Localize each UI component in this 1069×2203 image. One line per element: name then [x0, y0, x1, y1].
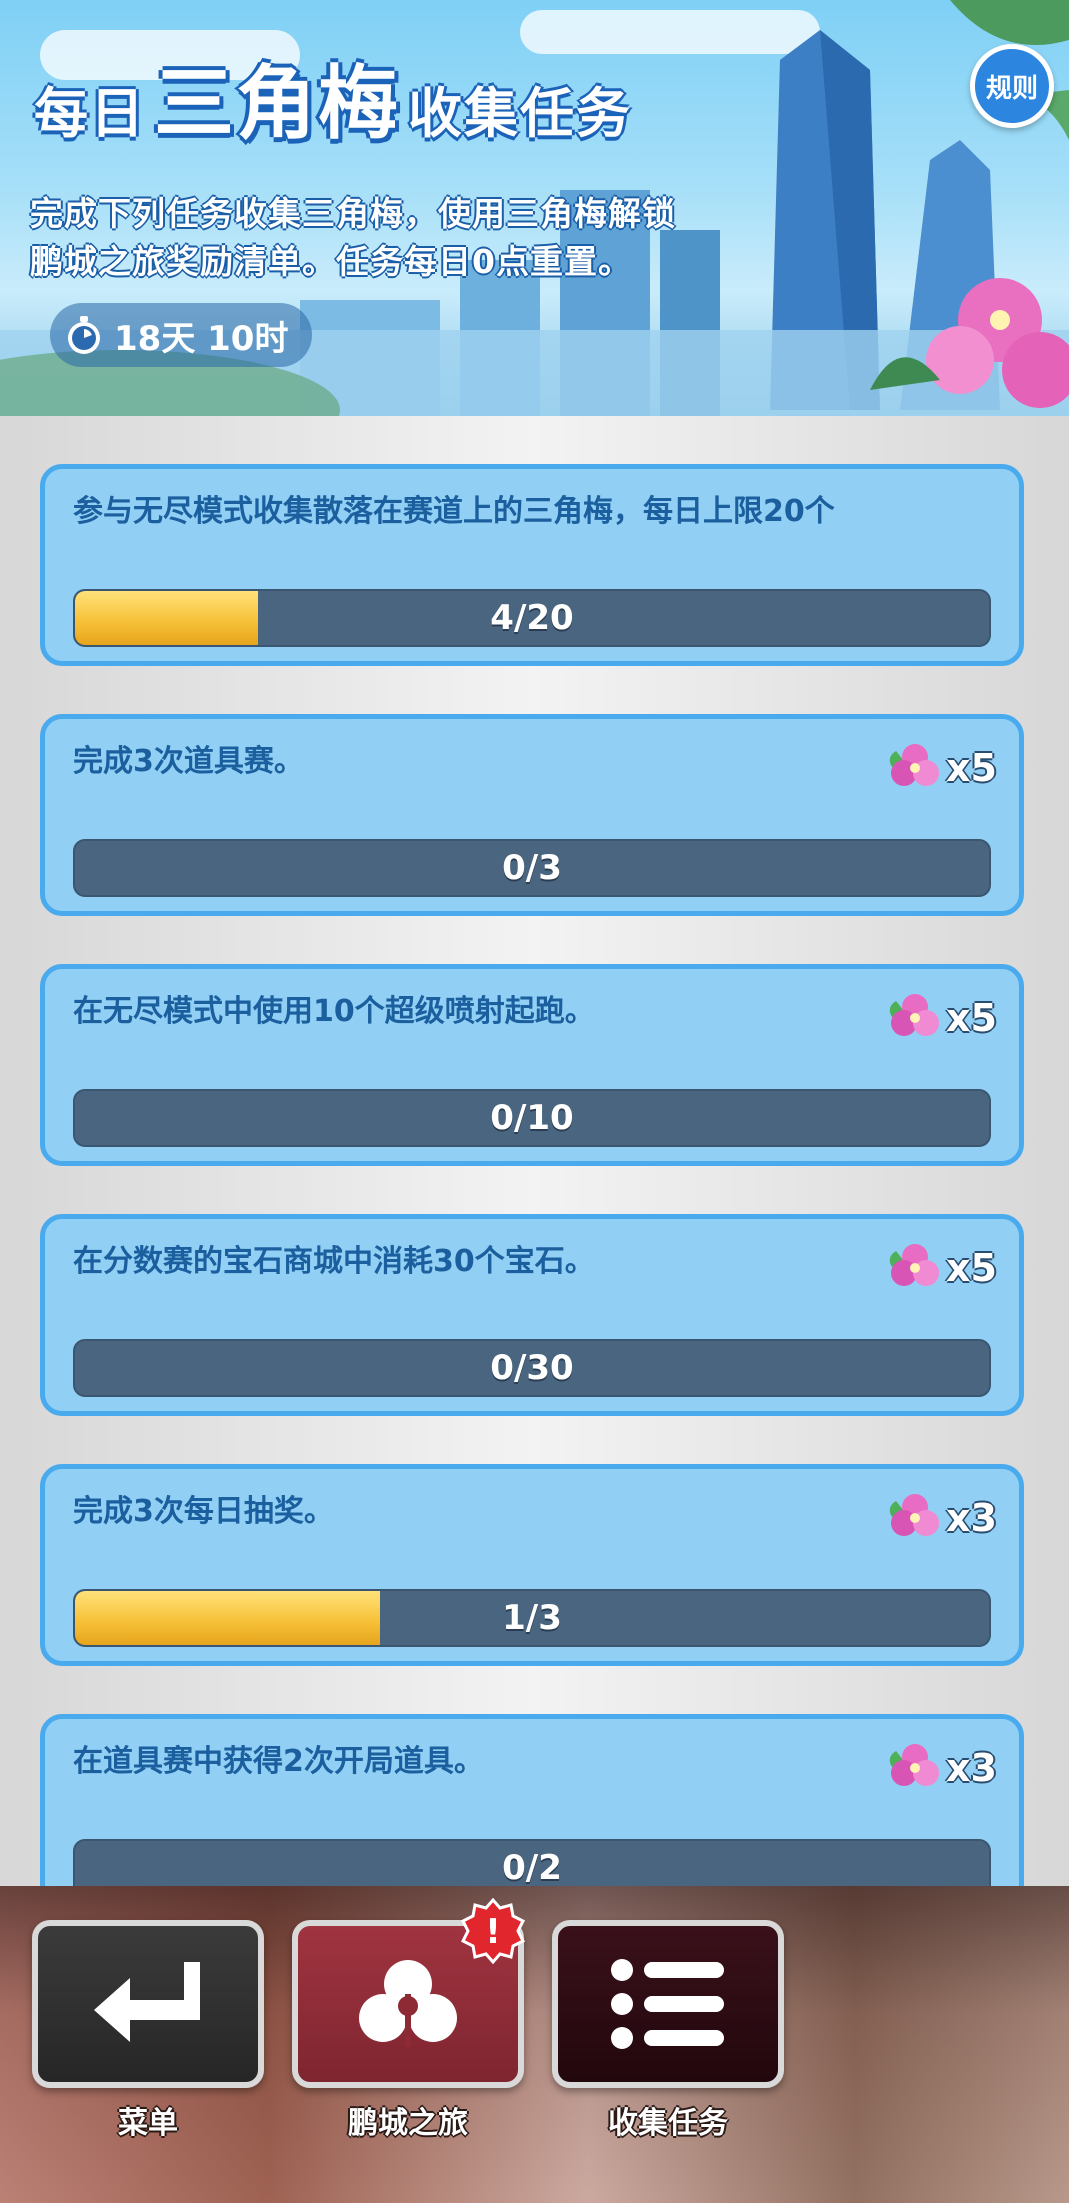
reward-count: x5 — [946, 1246, 997, 1290]
progress-text: 0/2 — [502, 1848, 562, 1886]
title-highlight: 三角梅 — [154, 57, 400, 150]
task-card-2: 完成3次道具赛。 x5 0/3 — [40, 714, 1024, 916]
alert-text: ! — [485, 1912, 501, 1952]
task-progress-bar: 0/30 — [73, 1339, 991, 1397]
tasks-button[interactable] — [552, 1920, 784, 2088]
task-progress-bar: 0/10 — [73, 1089, 991, 1147]
exclamation-badge-icon: ! — [460, 1898, 526, 1964]
task-title: 参与无尽模式收集散落在赛道上的三角梅，每日上限20个 — [73, 494, 835, 529]
title-suffix: 收集任务 — [408, 82, 632, 145]
progress-text: 0/10 — [490, 1098, 574, 1138]
task-title: 在无尽模式中使用10个超级喷射起跑。 — [73, 994, 595, 1029]
progress-text: 4/20 — [490, 598, 574, 638]
progress-text: 0/30 — [490, 1348, 574, 1388]
bougainvillea-flower-icon — [889, 1244, 940, 1286]
title-prefix: 每日 — [34, 82, 146, 145]
task-list[interactable]: 参与无尽模式收集散落在赛道上的三角梅，每日上限20个 4/20 完成3次道具赛。… — [0, 416, 1069, 1886]
task-reward: x5 — [884, 1237, 997, 1299]
menu-button[interactable] — [32, 1920, 264, 2088]
task-card-4: 在分数赛的宝石商城中消耗30个宝石。 x5 0/30 — [40, 1214, 1024, 1416]
countdown-text: 18天 10时 — [114, 318, 289, 359]
return-arrow-icon — [94, 1962, 200, 2042]
task-card-3: 在无尽模式中使用10个超级喷射起跑。 x5 0/10 — [40, 964, 1024, 1166]
description-line-1: 完成下列任务收集三角梅，使用三角梅解锁 — [30, 194, 676, 233]
task-reward: x3 — [884, 1487, 997, 1549]
task-reward: x5 — [884, 737, 997, 799]
bougainvillea-flower-icon — [889, 994, 940, 1036]
task-progress-bar: 0/3 — [73, 839, 991, 897]
menu-label: 菜单 — [118, 2106, 178, 2141]
task-title: 完成3次每日抽奖。 — [73, 1494, 334, 1529]
task-progress-bar: 0/2 — [73, 1839, 991, 1886]
stopwatch-icon — [68, 316, 100, 354]
rules-label: 规则 — [985, 73, 1038, 104]
reward-count: x3 — [946, 1746, 997, 1790]
journey-label: 鹏城之旅 — [348, 2106, 468, 2141]
rules-button[interactable]: 规则 — [970, 44, 1054, 128]
countdown-timer: 18天 10时 — [50, 303, 312, 367]
task-progress-bar: 1/3 — [73, 1589, 991, 1647]
event-banner: 每日 三角梅 收集任务 完成下列任务收集三角梅，使用三角梅解锁 鹏城之旅奖励清单… — [0, 0, 1069, 416]
task-card-5: 完成3次每日抽奖。 x3 1/3 — [40, 1464, 1024, 1666]
tasks-label: 收集任务 — [608, 2106, 728, 2141]
task-progress-bar: 4/20 — [73, 589, 991, 647]
bougainvillea-flower-icon — [889, 1744, 940, 1786]
banner-title: 每日 三角梅 收集任务 — [34, 60, 632, 148]
bougainvillea-flower-icon — [889, 744, 940, 786]
progress-text: 1/3 — [502, 1598, 562, 1638]
task-title: 在道具赛中获得2次开局道具。 — [73, 1744, 484, 1779]
task-card-1: 参与无尽模式收集散落在赛道上的三角梅，每日上限20个 4/20 — [40, 464, 1024, 666]
task-card-6: 在道具赛中获得2次开局道具。 x3 0/2 — [40, 1714, 1024, 1886]
reward-count: x5 — [946, 996, 997, 1040]
banner-description: 完成下列任务收集三角梅，使用三角梅解锁 鹏城之旅奖励清单。任务每日0点重置。 — [30, 190, 750, 286]
task-title: 完成3次道具赛。 — [73, 744, 304, 779]
task-reward: x5 — [884, 987, 997, 1049]
bougainvillea-emblem-icon — [359, 1960, 457, 2046]
bottom-nav: 菜单 鹏城之旅 收集任务 — [0, 1886, 1069, 2203]
bougainvillea-flower-icon — [889, 1494, 940, 1536]
task-reward: x3 — [884, 1737, 997, 1799]
task-title: 在分数赛的宝石商城中消耗30个宝石。 — [73, 1244, 595, 1279]
reward-count: x5 — [946, 746, 997, 790]
progress-text: 0/3 — [502, 848, 562, 888]
description-line-2: 鹏城之旅奖励清单。任务每日0点重置。 — [30, 242, 632, 281]
reward-count: x3 — [946, 1496, 997, 1540]
list-icon — [611, 1959, 724, 2049]
